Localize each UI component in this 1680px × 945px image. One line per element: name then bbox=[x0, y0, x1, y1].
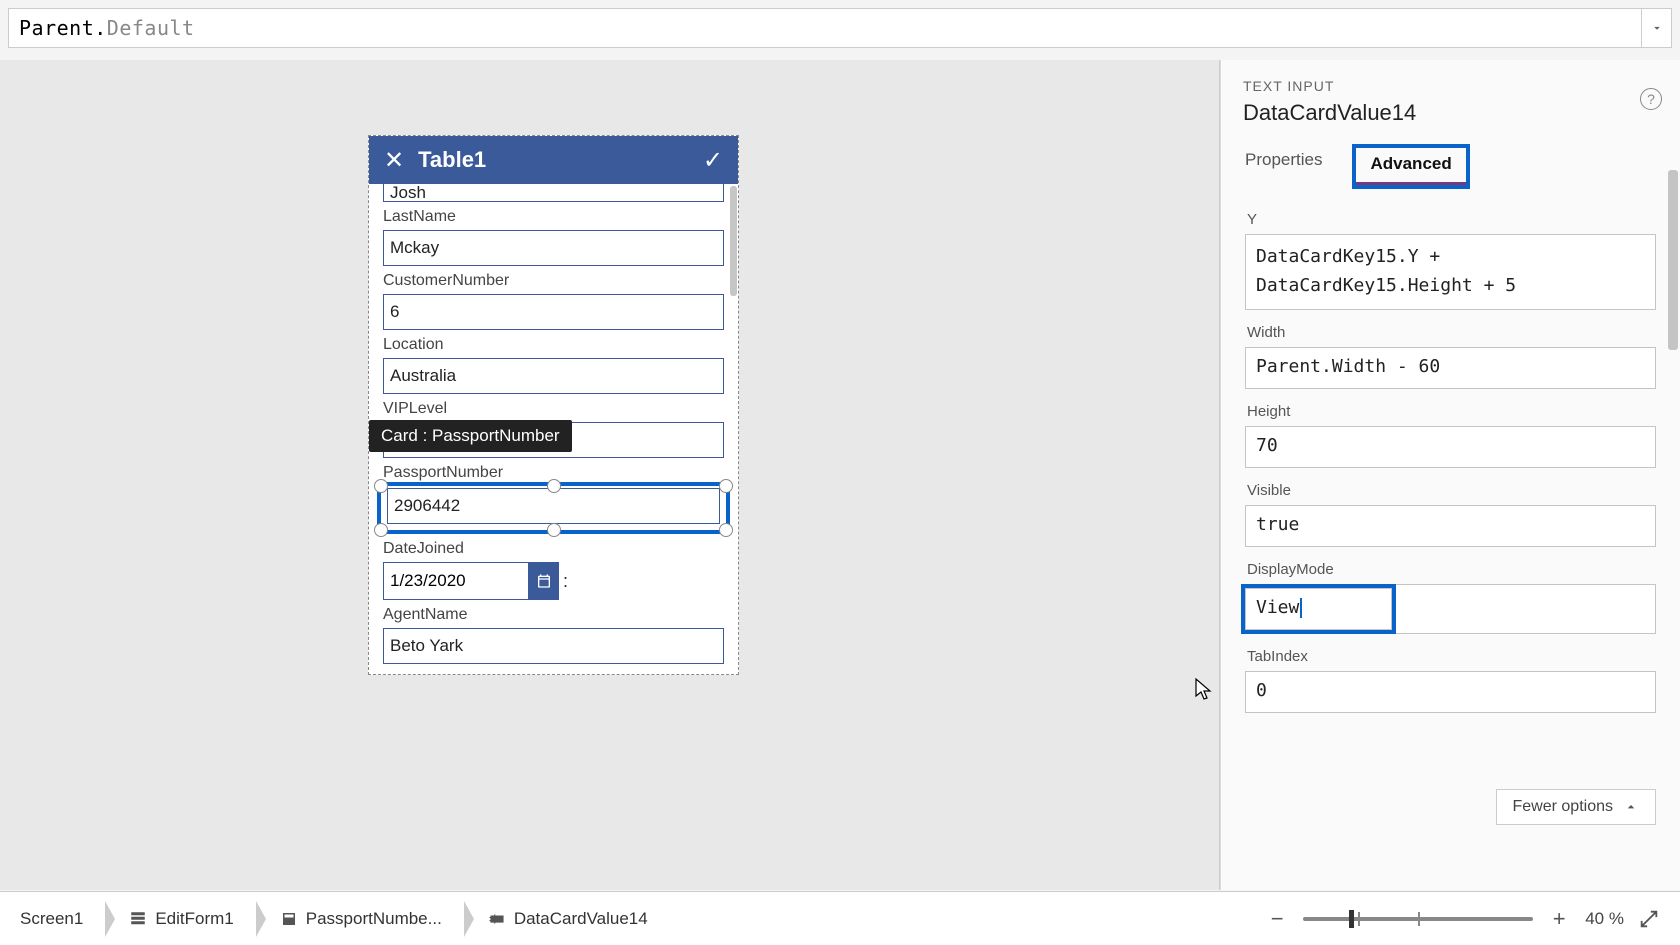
chevron-down-icon bbox=[1650, 21, 1664, 35]
zoom-percent: 40 % bbox=[1585, 909, 1624, 929]
tab-advanced-highlight: Advanced bbox=[1352, 144, 1469, 189]
fewer-options-button[interactable]: Fewer options bbox=[1496, 789, 1657, 825]
field-label: Location bbox=[383, 336, 724, 354]
calendar-icon bbox=[536, 573, 552, 589]
formula-dropdown[interactable] bbox=[1642, 8, 1672, 48]
tab-properties[interactable]: Properties bbox=[1243, 144, 1324, 189]
formula-input[interactable]: Parent.Default bbox=[8, 8, 1642, 48]
field-lastname: LastName Mckay bbox=[383, 208, 724, 266]
field-input-datejoined[interactable]: 1/23/2020 bbox=[383, 562, 529, 600]
crumb-screen[interactable]: Screen1 bbox=[10, 901, 105, 937]
zoom-thumb[interactable] bbox=[1349, 910, 1354, 928]
prop-label-width: Width bbox=[1247, 324, 1656, 341]
field-input-viplevel[interactable] bbox=[383, 422, 724, 458]
resize-handle[interactable] bbox=[374, 523, 388, 537]
advanced-properties: Y DataCardKey15.Y + DataCardKey15.Height… bbox=[1221, 189, 1680, 829]
zoom-slider[interactable] bbox=[1303, 917, 1533, 921]
field-input-agentname[interactable]: Beto Yark bbox=[383, 628, 724, 664]
resize-handle[interactable] bbox=[374, 479, 388, 493]
form-icon bbox=[129, 910, 147, 928]
field-label: VIPLevel bbox=[383, 400, 724, 418]
prop-input-height[interactable]: 70 bbox=[1245, 426, 1656, 468]
field-passportnumber: PassportNumber 2906442 bbox=[383, 464, 724, 534]
selected-control[interactable]: 2906442 bbox=[377, 482, 730, 534]
close-icon[interactable]: ✕ bbox=[384, 146, 404, 175]
crumb-card[interactable]: PassportNumbe... bbox=[270, 901, 464, 937]
control-name: DataCardValue14 bbox=[1243, 100, 1658, 126]
crumb-editform[interactable]: EditForm1 bbox=[119, 901, 255, 937]
calendar-button[interactable] bbox=[529, 562, 559, 600]
prop-label-displaymode: DisplayMode bbox=[1247, 561, 1656, 578]
control-type-label: TEXT INPUT bbox=[1243, 78, 1658, 94]
formula-scope: Parent bbox=[19, 16, 94, 40]
prop-input-displaymode[interactable]: View bbox=[1245, 588, 1392, 630]
field-input-firstname[interactable]: Josh bbox=[383, 184, 724, 202]
prop-input-visible[interactable]: true bbox=[1245, 505, 1656, 547]
crumb-datacardvalue[interactable]: DataCardValue14 bbox=[478, 901, 662, 937]
resize-handle[interactable] bbox=[719, 479, 733, 493]
formula-prop: Default bbox=[107, 16, 195, 40]
prop-label-y: Y bbox=[1247, 211, 1656, 228]
check-icon[interactable]: ✓ bbox=[703, 146, 723, 175]
form-title: Table1 bbox=[418, 147, 486, 173]
field-datejoined: DateJoined 1/23/2020 : bbox=[383, 540, 724, 600]
breadcrumb-bar: Screen1 EditForm1 PassportNumbe... DataC… bbox=[0, 891, 1680, 945]
zoom-in-button[interactable]: + bbox=[1547, 906, 1571, 932]
expand-icon[interactable] bbox=[1638, 908, 1660, 930]
formula-bar: Parent.Default bbox=[0, 8, 1680, 48]
prop-input-displaymode-rest[interactable] bbox=[1396, 584, 1656, 634]
textinput-icon bbox=[488, 910, 506, 928]
resize-handle[interactable] bbox=[719, 523, 733, 537]
field-input-customernumber[interactable]: 6 bbox=[383, 294, 724, 330]
zoom-tick bbox=[1358, 912, 1360, 926]
field-label: LastName bbox=[383, 208, 724, 226]
prop-input-width[interactable]: Parent.Width - 60 bbox=[1245, 347, 1656, 389]
tab-advanced[interactable]: Advanced bbox=[1356, 148, 1465, 185]
card-icon bbox=[280, 910, 298, 928]
prop-label-tabindex: TabIndex bbox=[1247, 648, 1656, 665]
scrollbar-thumb[interactable] bbox=[730, 186, 737, 296]
prop-label-height: Height bbox=[1247, 403, 1656, 420]
field-agentname: AgentName Beto Yark bbox=[383, 606, 724, 664]
field-label: DateJoined bbox=[383, 540, 724, 558]
phone-preview: ✕ Table1 ✓ Josh LastName Mckay CustomerN… bbox=[368, 135, 739, 675]
form-header: ✕ Table1 ✓ bbox=[369, 136, 738, 184]
field-label: CustomerNumber bbox=[383, 272, 724, 290]
field-customernumber: CustomerNumber 6 bbox=[383, 272, 724, 330]
time-separator: : bbox=[563, 571, 568, 592]
zoom-out-button[interactable]: − bbox=[1265, 906, 1289, 932]
prop-input-y[interactable]: DataCardKey15.Y + DataCardKey15.Height +… bbox=[1245, 234, 1656, 310]
chevron-up-icon bbox=[1623, 799, 1639, 815]
properties-panel: TEXT INPUT DataCardValue14 ? Properties … bbox=[1220, 60, 1680, 890]
field-input-passportnumber[interactable]: 2906442 bbox=[387, 488, 720, 524]
resize-handle[interactable] bbox=[547, 479, 561, 493]
prop-label-visible: Visible bbox=[1247, 482, 1656, 499]
panel-tabs: Properties Advanced bbox=[1243, 144, 1680, 189]
field-input-location[interactable]: Australia bbox=[383, 358, 724, 394]
field-viplevel: VIPLevel Card : PassportNumber bbox=[383, 400, 724, 458]
displaymode-highlight: View bbox=[1241, 584, 1396, 634]
zoom-controls: − + 40 % bbox=[1265, 906, 1670, 932]
field-firstname: Josh bbox=[383, 184, 724, 202]
zoom-tick bbox=[1418, 912, 1420, 926]
form-body: Josh LastName Mckay CustomerNumber 6 Loc… bbox=[369, 184, 738, 674]
panel-scrollbar[interactable] bbox=[1668, 170, 1678, 350]
field-location: Location Australia bbox=[383, 336, 724, 394]
field-label: AgentName bbox=[383, 606, 724, 624]
help-icon[interactable]: ? bbox=[1640, 88, 1662, 110]
prop-input-tabindex[interactable]: 0 bbox=[1245, 671, 1656, 713]
canvas-area: ✕ Table1 ✓ Josh LastName Mckay CustomerN… bbox=[0, 60, 1220, 890]
resize-handle[interactable] bbox=[547, 523, 561, 537]
field-input-lastname[interactable]: Mckay bbox=[383, 230, 724, 266]
